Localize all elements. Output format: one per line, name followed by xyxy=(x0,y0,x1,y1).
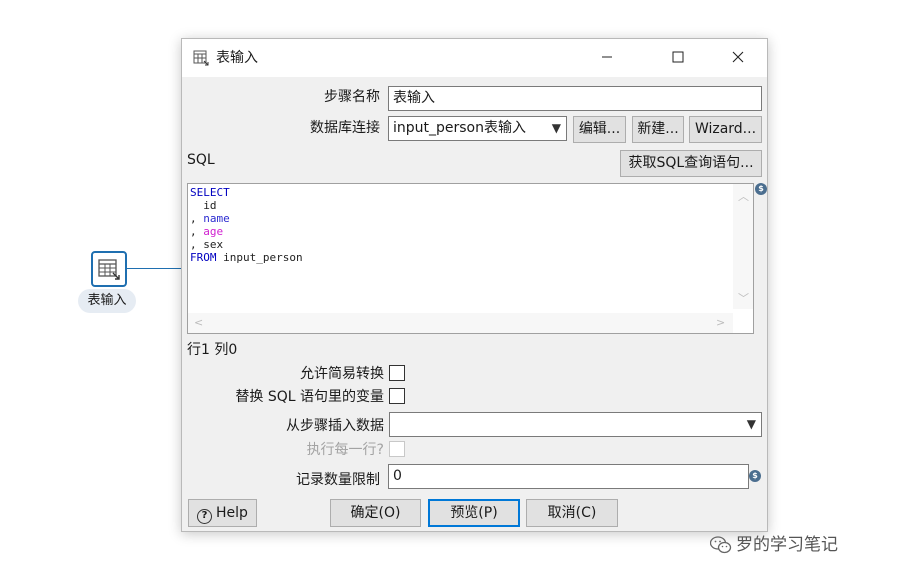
lazy-conversion-label: 允许简易转换 xyxy=(300,366,384,382)
scroll-up-icon[interactable]: ︿ xyxy=(738,188,749,204)
watermark-text: 罗的学习笔记 xyxy=(736,535,838,555)
connection-value: input_person表输入 xyxy=(393,120,526,136)
horizontal-scrollbar[interactable]: < > xyxy=(188,313,733,333)
lazy-conversion-checkbox[interactable] xyxy=(389,365,405,381)
wizard-button[interactable]: Wizard... xyxy=(689,116,762,143)
variable-icon: $ xyxy=(755,183,767,195)
cursor-position: 行1 列0 xyxy=(187,342,238,358)
table-input-dialog: 表输入 步骤名称 表输入 数据库连接 input_person表输入 ▼ 编辑.… xyxy=(181,38,768,532)
sql-comma: , xyxy=(190,238,204,251)
execute-each-row-label: 执行每一行? xyxy=(306,442,384,458)
insert-from-step-select[interactable]: ▼ xyxy=(389,412,762,437)
close-button[interactable] xyxy=(715,39,761,77)
sql-comma: , xyxy=(190,225,204,238)
chevron-down-icon: ▼ xyxy=(746,417,756,431)
edit-connection-button[interactable]: 编辑... xyxy=(573,116,626,143)
sql-comma: , xyxy=(190,212,204,225)
scroll-right-icon[interactable]: > xyxy=(716,316,725,329)
get-sql-button[interactable]: 获取SQL查询语句... xyxy=(620,150,762,177)
sql-field-name: name xyxy=(203,212,230,225)
sql-label: SQL xyxy=(187,152,215,168)
help-button-label: Help xyxy=(216,505,248,521)
cancel-button[interactable]: 取消(C) xyxy=(526,499,618,527)
sql-field-id: id xyxy=(190,199,217,212)
hop-line xyxy=(127,268,182,269)
sql-editor[interactable]: SELECT id , name , age , sex FROM input_… xyxy=(187,183,754,334)
maximize-button[interactable] xyxy=(655,39,701,77)
variable-icon: $ xyxy=(749,470,761,482)
table-input-step-node[interactable] xyxy=(91,251,127,287)
sql-field-sex: sex xyxy=(203,238,224,251)
limit-input[interactable]: 0 xyxy=(388,464,749,489)
insert-from-step-label: 从步骤插入数据 xyxy=(286,418,384,434)
limit-label: 记录数量限制 xyxy=(296,472,380,488)
close-icon xyxy=(732,51,744,63)
preview-button[interactable]: 预览(P) xyxy=(428,499,520,527)
replace-variables-checkbox[interactable] xyxy=(389,388,405,404)
question-icon: ? xyxy=(197,509,213,524)
minimize-button[interactable] xyxy=(584,39,630,77)
sql-field-age: age xyxy=(203,225,224,238)
sql-keyword-from: FROM xyxy=(190,251,217,264)
chevron-down-icon: ▼ xyxy=(551,121,561,135)
title-bar: 表输入 xyxy=(182,39,767,77)
sql-keyword-select: SELECT xyxy=(190,186,230,199)
scroll-left-icon[interactable]: < xyxy=(194,316,203,329)
minimize-icon xyxy=(602,56,612,58)
step-name-input[interactable]: 表输入 xyxy=(388,86,762,111)
help-button[interactable]: ? Help xyxy=(188,499,257,527)
vertical-scrollbar[interactable]: ︿ ﹀ xyxy=(733,184,753,309)
ok-button[interactable]: 确定(O) xyxy=(330,499,421,527)
maximize-icon xyxy=(672,51,684,63)
connection-select[interactable]: input_person表输入 ▼ xyxy=(388,116,567,141)
wechat-icon xyxy=(710,536,732,554)
table-input-icon xyxy=(98,259,120,280)
table-input-icon xyxy=(193,50,209,66)
sql-text: SELECT id , name , age , sex FROM input_… xyxy=(190,186,303,264)
dialog-title: 表输入 xyxy=(216,50,258,66)
execute-each-row-checkbox[interactable] xyxy=(389,441,405,457)
watermark: 罗的学习笔记 xyxy=(710,534,838,556)
scroll-down-icon[interactable]: ﹀ xyxy=(738,290,749,306)
new-connection-button[interactable]: 新建... xyxy=(632,116,684,143)
step-label[interactable]: 表输入 xyxy=(78,289,136,313)
replace-variables-label: 替换 SQL 语句里的变量 xyxy=(235,389,384,405)
sql-table-name: input_person xyxy=(216,251,303,264)
connection-label: 数据库连接 xyxy=(310,120,380,136)
step-name-label: 步骤名称 xyxy=(324,89,380,105)
